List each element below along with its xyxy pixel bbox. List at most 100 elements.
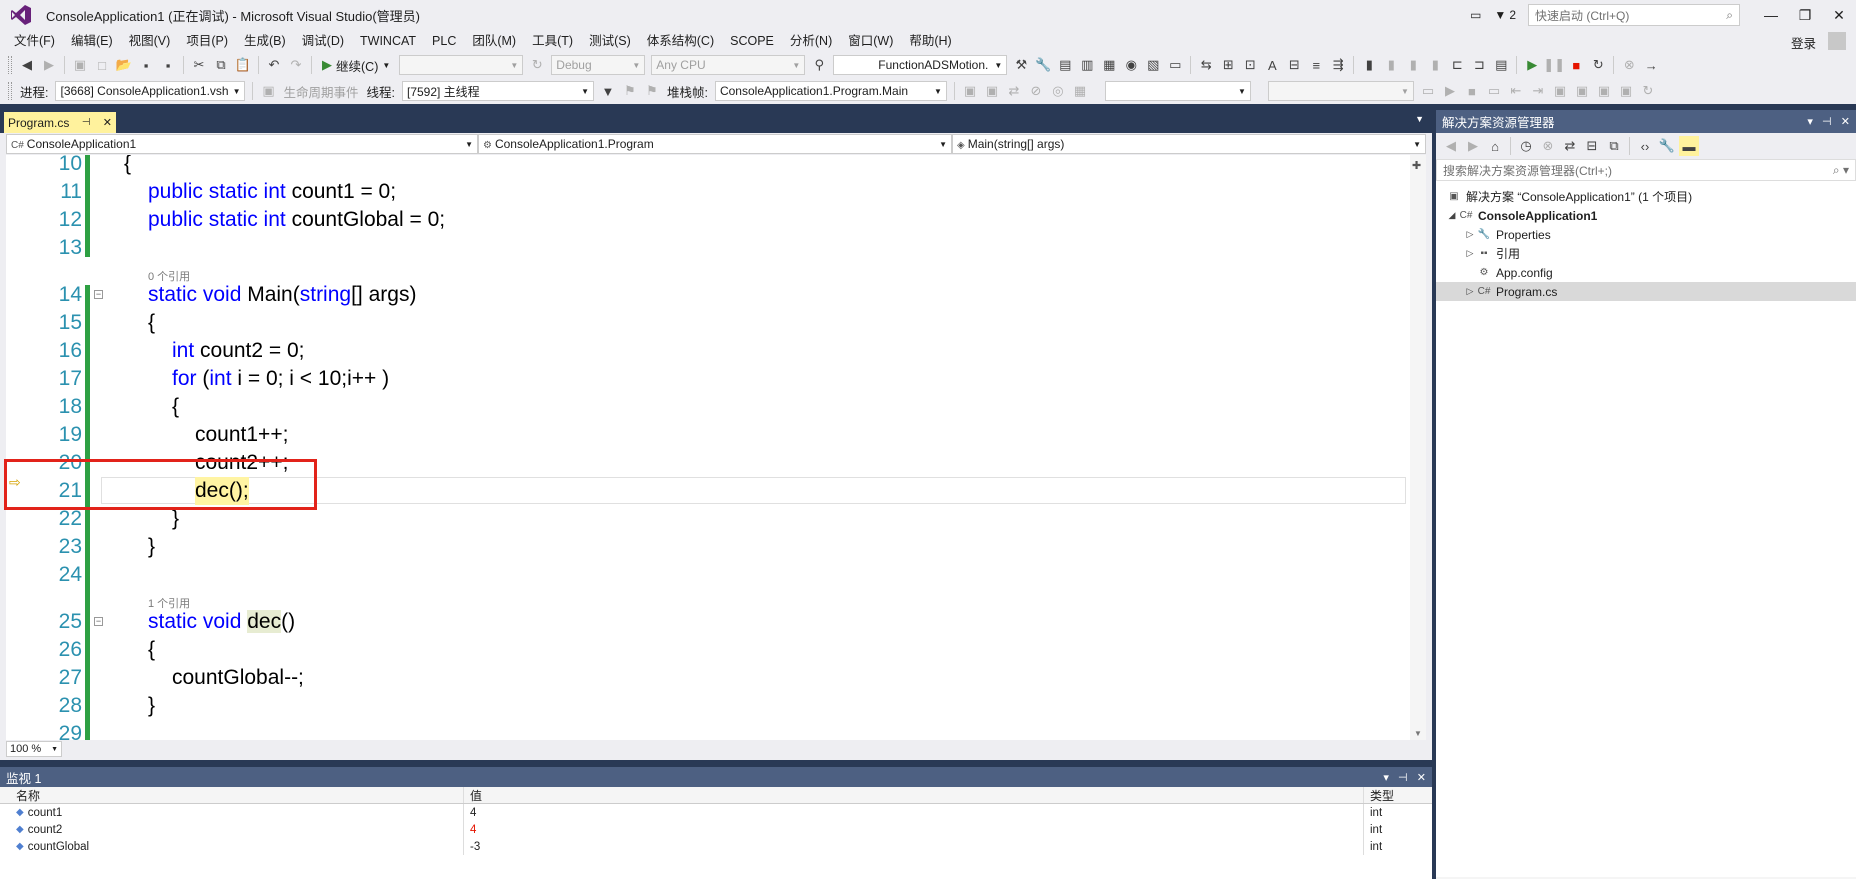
back-icon[interactable]: ◀ <box>1441 136 1461 156</box>
continue-button[interactable]: ▶ 继续(C) ▼ <box>322 56 390 75</box>
debug-tool-icon-7[interactable]: ▭ <box>1418 81 1438 101</box>
restore-button[interactable]: ❐ <box>1788 7 1822 24</box>
menu-help[interactable]: 帮助(H) <box>901 30 959 52</box>
restart-icon[interactable]: ↻ <box>1588 55 1608 75</box>
tool-icon-4[interactable]: ▦ <box>1099 55 1119 75</box>
open-file-icon[interactable]: 📂 <box>114 55 134 75</box>
expanded-icon[interactable]: ◢ <box>1446 210 1458 221</box>
save-icon[interactable]: ▪ <box>136 55 156 75</box>
menu-plc[interactable]: PLC <box>424 30 464 52</box>
collapsed-icon[interactable]: ▷ <box>1464 229 1476 240</box>
tab-overflow-icon[interactable]: ▼ <box>1415 114 1424 124</box>
collapsed-icon[interactable]: ▷ <box>1464 286 1476 297</box>
debug-tool-icon-10[interactable]: ▭ <box>1484 81 1504 101</box>
zoom-dropdown[interactable]: 100 % ▼ <box>6 741 62 757</box>
watch-row[interactable]: ◆ countGlobal -3 int <box>0 838 1432 855</box>
menu-view[interactable]: 视图(V) <box>121 30 179 52</box>
filter-icon[interactable]: ▼ <box>598 81 618 101</box>
blank-dropdown[interactable]: ▼ <box>1104 81 1251 101</box>
debug-tool-icon-13[interactable]: ▣ <box>1550 81 1570 101</box>
new-item-icon[interactable]: ▣ <box>70 55 90 75</box>
debug-tool-icon-2[interactable]: ▣ <box>982 81 1002 101</box>
toolbar-grip[interactable] <box>8 56 12 74</box>
properties-icon[interactable]: 🔧 <box>1657 136 1677 156</box>
tree-item-properties[interactable]: ▷ 🔧 Properties <box>1436 225 1856 244</box>
close-icon[interactable]: ✕ <box>1841 116 1850 128</box>
thread-dropdown[interactable]: [7592] 主线程 ▼ <box>401 81 594 101</box>
tool-icon-8[interactable]: ⇆ <box>1196 55 1216 75</box>
tool-icon-12[interactable]: ⊟ <box>1284 55 1304 75</box>
watch-row[interactable]: ◆ count1 4 int <box>0 804 1432 821</box>
save-all-icon[interactable]: ▪ <box>158 55 178 75</box>
member-dropdown[interactable]: ◈ Main(string[] args) ▼ <box>952 134 1426 154</box>
project-dropdown[interactable]: C# ConsoleApplication1 ▼ <box>6 134 478 154</box>
lifecycle-icon[interactable]: ▣ <box>258 81 278 101</box>
close-icon[interactable]: ✕ <box>1417 772 1426 784</box>
tool-icon-1[interactable]: ⚒ <box>1011 55 1031 75</box>
menu-edit[interactable]: 编辑(E) <box>63 30 121 52</box>
debug-tool-icon-3[interactable]: ⇄ <box>1004 81 1024 101</box>
debug-tool-icon-17[interactable]: ↻ <box>1638 81 1658 101</box>
comment-icon[interactable]: ⊏ <box>1447 55 1467 75</box>
tool-icon-13[interactable]: ≡ <box>1306 55 1326 75</box>
menu-build[interactable]: 生成(B) <box>236 30 294 52</box>
home-icon[interactable]: ⌂ <box>1485 136 1505 156</box>
tree-project[interactable]: ◢ C# ConsoleApplication1 <box>1436 206 1856 225</box>
menu-architecture[interactable]: 体系结构(C) <box>639 30 722 52</box>
login-link[interactable]: 登录 <box>1791 33 1816 52</box>
uncomment-icon[interactable]: ⊐ <box>1469 55 1489 75</box>
pin-icon[interactable]: ⊣ <box>82 117 91 128</box>
tool-icon-2[interactable]: ▤ <box>1055 55 1075 75</box>
flag-thread-icon[interactable]: ⚑ <box>620 81 640 101</box>
collapse-toggle[interactable]: − <box>94 617 103 626</box>
debug-tool-icon-8[interactable]: ▶ <box>1440 81 1460 101</box>
tab-program-cs[interactable]: Program.cs ⊣ ✕ <box>4 112 116 133</box>
collapse-all-icon[interactable]: ⊟ <box>1582 136 1602 156</box>
wrench-icon[interactable]: 🔧 <box>1033 55 1053 75</box>
code-editor[interactable]: 10{ 11 public static int count1 = 0; 12 pu… <box>6 155 1410 740</box>
format-icon[interactable]: ▤ <box>1491 55 1511 75</box>
menu-project[interactable]: 项目(P) <box>178 30 236 52</box>
cut-icon[interactable]: ✂ <box>189 55 209 75</box>
paste-icon[interactable]: 📋 <box>233 55 253 75</box>
debug-tool-icon-1[interactable]: ▣ <box>960 81 980 101</box>
platform-dropdown[interactable]: Any CPU ▼ <box>651 55 806 75</box>
debug-tool-icon-16[interactable]: ▣ <box>1616 81 1636 101</box>
forward-icon[interactable]: ▶ <box>39 55 59 75</box>
config-dropdown[interactable]: Debug ▼ <box>551 55 646 75</box>
class-dropdown[interactable]: ⚙ ConsoleApplication1.Program ▼ <box>478 134 952 154</box>
solution-search-input[interactable]: 搜索解决方案资源管理器(Ctrl+;) ⌕ ▾ <box>1436 159 1856 181</box>
tool-icon-5[interactable]: ◉ <box>1121 55 1141 75</box>
column-type[interactable]: 类型 <box>1364 787 1432 803</box>
pin-icon[interactable]: ⊣ <box>1822 116 1832 128</box>
disabled-dropdown[interactable]: ▼ <box>1267 81 1414 101</box>
changed-value[interactable]: 4 <box>464 821 1364 838</box>
column-value[interactable]: 值 <box>464 787 1364 803</box>
watch-row[interactable]: ◆ count2 4 int <box>0 821 1432 838</box>
menu-debug[interactable]: 调试(D) <box>294 30 352 52</box>
forward-icon[interactable]: ▶ <box>1463 136 1483 156</box>
preview-icon[interactable]: ▬ <box>1679 136 1699 156</box>
scroll-down-icon[interactable]: ▼ <box>1414 729 1422 738</box>
back-icon[interactable]: ◀ <box>17 55 37 75</box>
menu-team[interactable]: 团队(M) <box>464 30 524 52</box>
tool-icon-3[interactable]: ▥ <box>1077 55 1097 75</box>
menu-twincat[interactable]: TWINCAT <box>352 30 424 52</box>
show-all-files-icon[interactable]: ⧉ <box>1604 136 1624 156</box>
bookmark-prev-icon[interactable]: ▮ <box>1381 55 1401 75</box>
collapse-toggle[interactable]: − <box>94 290 103 299</box>
tool-icon-9[interactable]: ⊞ <box>1218 55 1238 75</box>
refresh-icon[interactable]: ↻ <box>527 55 547 75</box>
find-icon[interactable]: ⚲ <box>809 55 829 75</box>
vertical-scrollbar[interactable]: ✚ ▼ <box>1410 155 1426 740</box>
solution-config-dropdown[interactable]: ▼ <box>399 55 524 75</box>
copy-icon[interactable]: ⧉ <box>211 55 231 75</box>
lifecycle-events-button[interactable]: 生命周期事件 <box>283 82 358 101</box>
show-flagged-icon[interactable]: ⚑ <box>642 81 662 101</box>
tool-icon-10[interactable]: ⊡ <box>1240 55 1260 75</box>
close-window-button[interactable]: ✕ <box>1822 7 1856 24</box>
split-icon[interactable]: ✚ <box>1412 159 1421 172</box>
pause-icon[interactable]: ❚❚ <box>1543 55 1565 75</box>
notifications-button[interactable]: ▭ ▼ 2 <box>1470 8 1516 22</box>
debug-tool-icon-11[interactable]: ⇤ <box>1506 81 1526 101</box>
